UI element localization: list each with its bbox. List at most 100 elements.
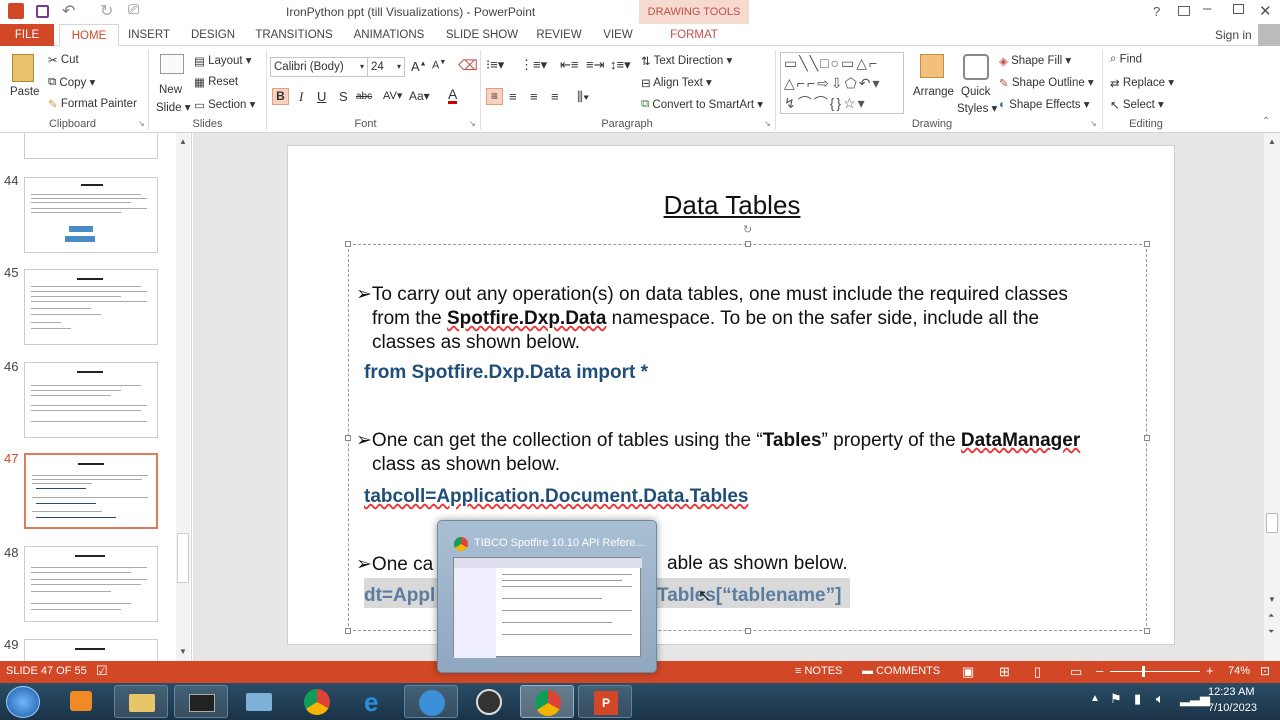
resize-handle[interactable] [345,435,351,441]
scrollbar-thumb[interactable] [1266,513,1278,533]
taskbar-chrome-active[interactable] [520,685,574,718]
shape-effects-button[interactable]: ◐ Shape Effects ▾ [999,97,1090,111]
dialog-launcher-icon[interactable]: ↘ [138,119,145,128]
arrange-button[interactable]: Arrange [913,86,954,98]
shadow-icon[interactable]: S [339,89,348,104]
change-case-icon[interactable]: Aa▾ [409,89,430,103]
tab-review[interactable]: REVIEW [530,24,588,46]
increase-font-icon[interactable]: A▲ [411,59,427,74]
slide-thumbnail-selected[interactable] [24,453,158,529]
justify-icon[interactable]: ≡ [551,89,559,104]
zoom-slider-thumb[interactable] [1142,666,1145,677]
tab-design[interactable]: DESIGN [183,24,243,46]
power-icon[interactable]: ▮ [1134,691,1141,707]
save-icon[interactable] [36,5,49,18]
ribbon-display-options-icon[interactable] [1178,6,1190,16]
shapes-gallery[interactable]: ▭╲╲□○▭△⌐ △⌐⌐⇨⇩⬠↶▾ ↯⌒⌒{}☆▾ [780,52,904,114]
shape-fill-button[interactable]: ◈ Shape Fill ▾ [999,53,1071,68]
resize-handle[interactable] [345,241,351,247]
slide-thumbnail[interactable] [24,269,158,345]
character-spacing-icon[interactable]: AV▾ [383,89,402,102]
bullets-icon[interactable]: ⁝≡▾ [486,57,504,73]
slide-thumbnail[interactable] [24,546,158,622]
scrollbar-thumb[interactable] [177,533,189,583]
quick-styles-icon[interactable] [963,54,989,80]
restore-button[interactable] [1233,4,1244,14]
next-slide-icon[interactable]: ⏷ [1268,627,1274,637]
arrange-icon[interactable] [920,54,944,78]
taskbar-ie[interactable]: e [348,685,402,718]
sign-in-link[interactable]: Sign in [1215,28,1252,42]
zoom-in-icon[interactable]: + [1206,663,1214,678]
align-right-icon[interactable]: ≡ [530,89,538,104]
scroll-up-icon[interactable]: ▲ [1268,137,1276,146]
previous-slide-icon[interactable]: ⏶ [1268,611,1274,621]
format-painter-button[interactable]: ✎ Format Painter [48,97,137,111]
zoom-slider[interactable] [1110,671,1200,672]
slide-thumbnail[interactable] [24,177,158,253]
clear-formatting-icon[interactable]: ⌫ [458,57,478,74]
copy-button[interactable]: ⧉ Copy ▾ [48,75,95,89]
columns-icon[interactable]: ⫼▾ [577,89,589,105]
scroll-down-icon[interactable]: ▼ [1268,595,1276,604]
notes-button[interactable]: ≡ NOTES [795,665,842,677]
thumbnail-scrollbar[interactable]: ▲ ▼ [176,133,190,661]
tab-transitions[interactable]: TRANSITIONS [250,24,338,46]
paste-button[interactable]: Paste [10,86,39,98]
new-slide-button[interactable]: Slide ▾ [156,100,191,114]
editor-scrollbar[interactable]: ▲ ▼ ⏶ ⏷ [1264,133,1280,661]
align-center-icon[interactable]: ≡ [509,89,517,104]
dialog-launcher-icon[interactable]: ↘ [1090,119,1097,128]
numbering-icon[interactable]: ⋮≡▾ [520,57,547,73]
taskbar-chrome[interactable] [290,685,344,718]
quick-styles-label-1[interactable]: Quick [961,86,990,98]
dialog-launcher-icon[interactable]: ↘ [469,119,476,128]
increase-indent-icon[interactable]: ≡⇥ [586,57,604,73]
resize-handle[interactable] [1144,241,1150,247]
font-name-dropdown[interactable]: Calibri (Body) ▾ [270,57,368,77]
find-button[interactable]: ⌕ Find [1110,53,1142,66]
scroll-down-icon[interactable]: ▼ [179,647,187,656]
start-button[interactable] [6,686,40,718]
font-color-icon[interactable]: A [448,87,458,104]
resize-handle[interactable] [745,241,751,247]
rotate-handle-icon[interactable]: ↻ [743,223,752,236]
volume-icon[interactable]: 🔈︎ [1156,691,1164,707]
slide-thumbnail[interactable] [24,639,158,661]
select-button[interactable]: ↖ Select ▾ [1110,97,1164,112]
shape-outline-button[interactable]: ✎ Shape Outline ▾ [999,75,1094,90]
signal-icon[interactable]: ▂▃▅ [1180,691,1210,707]
slide-sorter-icon[interactable]: ⊞ [999,664,1010,680]
italic-icon[interactable]: I [299,89,303,105]
tab-insert[interactable]: INSERT [120,24,178,46]
font-size-dropdown[interactable]: 24 ▾ [367,57,405,77]
tab-view[interactable]: VIEW [594,24,642,46]
tab-home[interactable]: HOME [59,24,119,46]
tab-file[interactable]: FILE [0,24,54,46]
spell-check-icon[interactable]: ☑ [96,663,108,679]
taskbar-cmd[interactable] [174,685,228,718]
slide-thumbnail[interactable] [24,362,158,438]
new-slide-icon[interactable] [160,54,184,74]
taskbar-explorer[interactable] [114,685,168,718]
underline-icon[interactable]: U [317,89,326,104]
slide-canvas[interactable]: Data Tables ↻ ➢To carry out any operatio… [287,145,1175,645]
avatar[interactable] [1258,24,1280,46]
decrease-font-icon[interactable]: A▼ [432,59,446,72]
line-spacing-icon[interactable]: ↕≡▾ [610,57,631,73]
taskbar-app[interactable] [404,685,458,718]
paste-icon[interactable] [12,54,34,82]
minimize-button[interactable]: – [1203,0,1211,17]
clock-date[interactable]: 7/10/2023 [1208,702,1257,714]
clock-time[interactable]: 12:23 AM [1208,686,1254,698]
undo-icon[interactable]: ↶ [62,1,75,21]
taskbar-network[interactable] [232,685,286,718]
scroll-up-icon[interactable]: ▲ [179,137,187,146]
new-slide-label-1[interactable]: New [159,84,182,96]
layout-button[interactable]: ▤ Layout ▾ [194,53,252,68]
replace-button[interactable]: ⇄ Replace ▾ [1110,75,1174,90]
tab-format[interactable]: FORMAT [650,24,738,46]
align-left-icon[interactable]: ≡ [486,88,503,105]
flag-icon[interactable]: ⚑ [1110,691,1122,707]
quick-styles-button[interactable]: Styles ▾ [957,101,997,115]
